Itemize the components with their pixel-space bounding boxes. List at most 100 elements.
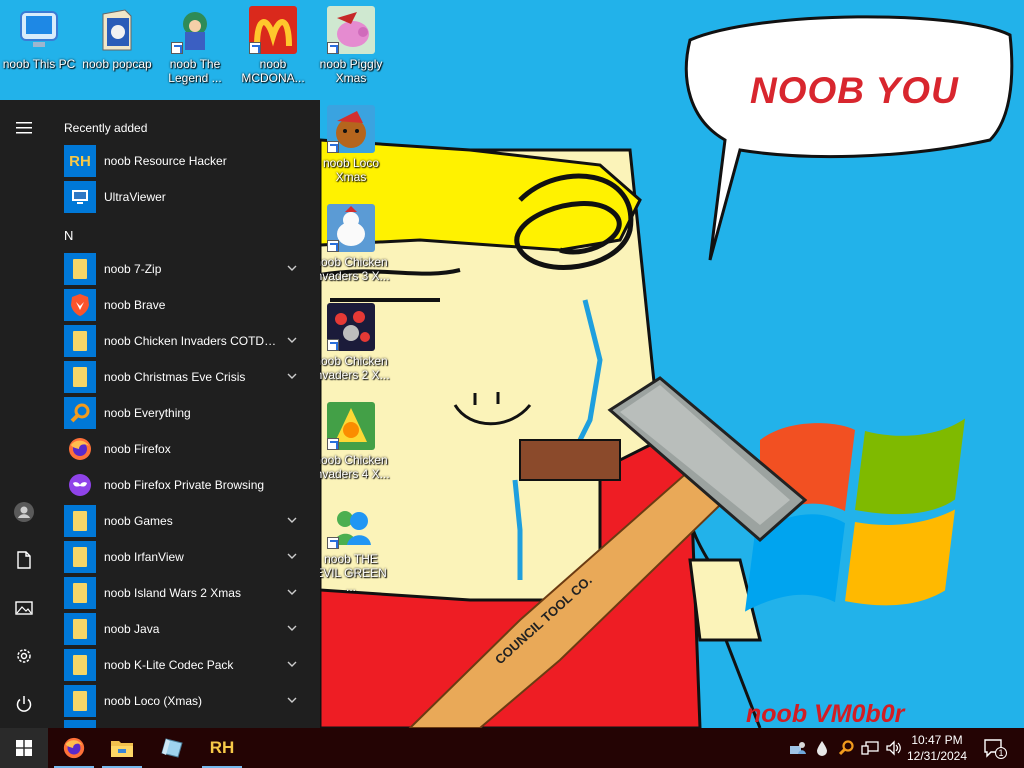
everything-search-icon (64, 397, 96, 429)
app-item-label: noob K-Lite Codec Pack (104, 658, 234, 672)
folder-icon (64, 577, 96, 609)
app-item-7zip[interactable]: noob 7-Zip (64, 252, 312, 286)
app-item-label: noob Christmas Eve Crisis (104, 370, 246, 384)
app-item-label: noob Resource Hacker (104, 154, 227, 168)
app-item-firefox[interactable]: noob Firefox (64, 432, 312, 466)
app-item-label: noob IrfanView (104, 550, 184, 564)
loco-bear-icon (327, 105, 375, 153)
brave-icon (64, 289, 96, 321)
pictures-icon[interactable] (0, 584, 48, 632)
app-item-k-lite-codec[interactable]: noob K-Lite Codec Pack (64, 648, 312, 682)
desktop-icon-mcdonalds[interactable]: noob MCDONA... (234, 6, 312, 85)
folder-icon (64, 541, 96, 573)
taskbar: RH 10:47 PM 12/31/2024 1 (0, 728, 1024, 768)
taskbar-firefox[interactable] (50, 728, 98, 768)
documents-icon[interactable] (0, 536, 48, 584)
evil-green-icon (327, 501, 375, 549)
desktop-icon-legend[interactable]: noob The Legend ... (156, 6, 234, 85)
desktop-icon-this-pc[interactable]: noob This PC (0, 6, 78, 71)
app-item-chicken-invaders-cotds[interactable]: noob Chicken Invaders COTDS X... (64, 324, 312, 358)
app-item-label: noob Games (104, 514, 173, 528)
pc-user-tray-icon[interactable] (788, 738, 808, 758)
desktop-icon-chicken-invaders-3[interactable]: noob Chicken Invaders 3 X... (312, 204, 390, 283)
desktop-icon-evil-green[interactable]: noob THE EVIL GREEN ... (312, 501, 390, 594)
app-item-games[interactable]: noob Games (64, 504, 312, 538)
firefox-icon (63, 737, 85, 759)
clock-date: 12/31/2024 (906, 749, 968, 763)
notification-count-badge: 1 (995, 747, 1007, 759)
desktop-icon-chicken-invaders-2[interactable]: noob Chicken Invaders 2 X... (312, 303, 390, 382)
start-menu-rail (0, 100, 48, 728)
app-item-brave[interactable]: noob Brave (64, 288, 312, 322)
app-item-label: UltraViewer (104, 190, 166, 204)
folder-icon (64, 685, 96, 717)
piggly-icon (327, 6, 375, 54)
app-item-label: noob Firefox Private Browsing (104, 478, 265, 492)
search-tray-icon[interactable] (836, 738, 856, 758)
desktop-icon-label: noob This PC (2, 57, 76, 71)
app-item-label: noob Loco (Xmas) (104, 694, 203, 708)
app-item-firefox-private[interactable]: noob Firefox Private Browsing (64, 468, 312, 502)
firefox-private-icon (64, 469, 96, 501)
app-item-christmas-eve-crisis[interactable]: noob Christmas Eve Crisis (64, 360, 312, 394)
taskbar-glass-app[interactable] (148, 728, 196, 768)
resource-hacker-icon: RH (209, 738, 235, 757)
start-button[interactable] (0, 728, 48, 768)
folder-icon (64, 253, 96, 285)
chevron-down-icon (287, 337, 297, 343)
resource-hacker-icon: RH (64, 145, 96, 177)
desktop-icon-loco[interactable]: noob Loco Xmas (312, 105, 390, 184)
desktop-icon-label: noob THE EVIL GREEN ... (315, 552, 387, 594)
ultraviewer-icon (64, 181, 96, 213)
chicken-invaders-2-icon (327, 303, 375, 351)
notification-center-button[interactable]: 1 (978, 736, 1008, 760)
app-item-label: noob Firefox (104, 442, 171, 456)
speech-bubble-text: NOOB YOU (750, 70, 959, 111)
app-item-ultraviewer[interactable]: UltraViewer (64, 180, 312, 214)
chicken-invaders-4-icon (327, 402, 375, 450)
mcdonalds-icon (249, 6, 297, 54)
desktop-icon-chicken-invaders-4[interactable]: noob Chicken Invaders 4 X... (312, 402, 390, 481)
app-item-partial (64, 720, 312, 728)
desktop-icon-label: noob MCDONA... (241, 57, 305, 85)
app-item-label: noob Everything (104, 406, 191, 420)
user-avatar-icon[interactable] (0, 488, 48, 536)
chevron-down-icon (287, 373, 297, 379)
start-app-list[interactable]: Recently added RH noob Resource Hacker U… (48, 100, 320, 728)
letter-header-n[interactable]: N (64, 228, 73, 243)
network-icon[interactable] (860, 738, 880, 758)
hamburger-icon[interactable] (0, 104, 48, 152)
desktop-icon-label: noob Piggly Xmas (319, 57, 383, 85)
glass-app-icon (161, 738, 183, 758)
recently-added-header: Recently added (64, 121, 148, 135)
folder-icon (64, 361, 96, 393)
wallpaper-signature: noob VM0b0r (746, 700, 905, 728)
desktop-icon-piggly[interactable]: noob Piggly Xmas (312, 6, 390, 85)
app-item-label: noob Chicken Invaders COTDS X... (104, 334, 284, 348)
app-item-loco-xmas[interactable]: noob Loco (Xmas) (64, 684, 312, 718)
chevron-down-icon (287, 553, 297, 559)
app-item-resource-hacker[interactable]: RH noob Resource Hacker (64, 144, 312, 178)
desktop-icon-label: noob The Legend ... (168, 57, 222, 85)
desktop-icon-label: noob Chicken Invaders 2 X... (312, 354, 390, 382)
taskbar-file-explorer[interactable] (98, 728, 146, 768)
folder-icon (64, 325, 96, 357)
app-item-island-wars-2[interactable]: noob Island Wars 2 Xmas (64, 576, 312, 610)
folder-icon (64, 613, 96, 645)
chevron-down-icon (287, 589, 297, 595)
app-item-label: noob 7-Zip (104, 262, 162, 276)
chicken-invaders-3-icon (327, 204, 375, 252)
system-clock[interactable]: 10:47 PM 12/31/2024 (900, 732, 974, 764)
drop-tray-icon[interactable] (812, 738, 832, 758)
app-item-java[interactable]: noob Java (64, 612, 312, 646)
app-item-everything[interactable]: noob Everything (64, 396, 312, 430)
power-icon[interactable] (0, 680, 48, 728)
folder-icon (64, 649, 96, 681)
this-pc-icon (15, 6, 63, 54)
taskbar-resource-hacker[interactable]: RH (198, 728, 246, 768)
chevron-down-icon (287, 517, 297, 523)
app-item-irfanview[interactable]: noob IrfanView (64, 540, 312, 574)
desktop-icon-popcap[interactable]: noob popcap (78, 6, 156, 71)
clock-time: 10:47 PM (911, 733, 963, 747)
settings-icon[interactable] (0, 632, 48, 680)
